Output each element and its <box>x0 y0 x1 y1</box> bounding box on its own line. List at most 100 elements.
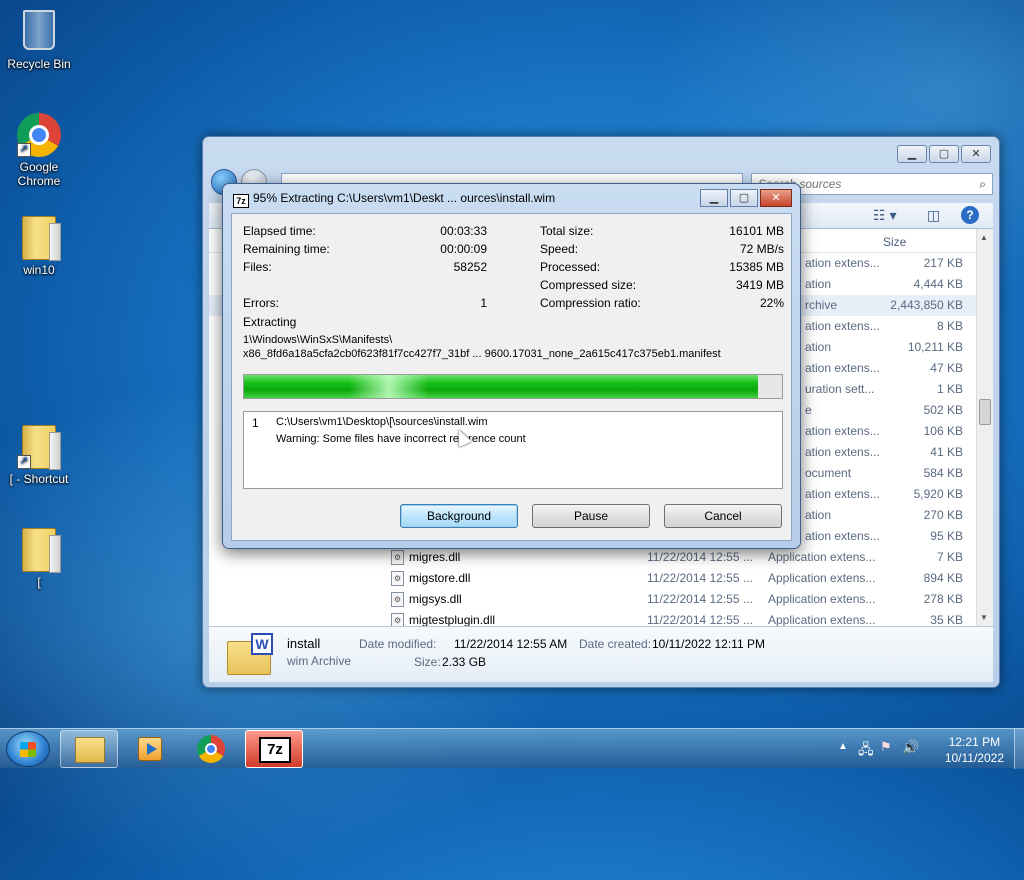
progress-bar-fill <box>244 375 758 398</box>
clock[interactable]: 12:21 PM 10/11/2022 <box>945 734 1004 766</box>
details-file-name: install <box>287 636 321 651</box>
remaining-time-value: 00:00:09 <box>440 242 487 256</box>
file-size: 502 KB <box>923 403 963 417</box>
taskbar-chrome-button[interactable] <box>182 730 240 768</box>
file-date: 11/22/2014 12:55 ... <box>647 571 753 585</box>
file-size: 7 KB <box>936 550 963 564</box>
dialog-close-button[interactable]: ✕ <box>760 189 792 207</box>
file-type: ation extens... <box>805 529 880 543</box>
file-date: 11/22/2014 12:55 ... <box>647 592 753 606</box>
vertical-scrollbar[interactable]: ▲ ▼ <box>976 229 993 626</box>
dialog-minimize-button[interactable]: ▁ <box>700 189 728 207</box>
file-type: uration sett... <box>805 382 875 396</box>
7zip-icon: 7z <box>259 737 291 763</box>
volume-icon[interactable]: 🔊 <box>902 739 919 756</box>
dialog-maximize-button[interactable]: ▢ <box>730 189 758 207</box>
search-icon: ⌕ <box>979 177 986 191</box>
action-center-flag-icon[interactable]: ⚑ <box>880 739 892 755</box>
compression-ratio-value: 22% <box>759 296 784 310</box>
explorer-window-controls: ▁ ▢ ✕ <box>895 145 991 163</box>
desktop-icon-label: [ <box>37 575 41 589</box>
column-header-size[interactable]: Size <box>883 235 906 249</box>
folder-icon <box>17 528 61 573</box>
elapsed-time-label: Elapsed time: <box>243 224 316 238</box>
clock-date: 10/11/2022 <box>944 751 1004 765</box>
file-type: ation extens... <box>805 424 880 438</box>
close-button[interactable]: ✕ <box>961 145 991 163</box>
details-size-label: Size: <box>414 655 441 669</box>
file-date: 11/22/2014 12:55 ... <box>647 613 753 627</box>
file-type: Application extens... <box>768 613 876 627</box>
cancel-button[interactable]: Cancel <box>664 504 782 528</box>
desktop-icon-label: [ - Shortcut <box>9 472 69 486</box>
media-player-icon <box>138 737 162 761</box>
file-size: 35 KB <box>930 613 963 627</box>
remaining-time-label: Remaining time: <box>243 242 330 256</box>
show-hidden-icons-icon[interactable]: ▲ <box>838 741 848 752</box>
details-size-value: 2.33 GB <box>442 655 487 669</box>
file-type: rchive <box>805 298 838 312</box>
details-created-value: 10/11/2022 12:11 PM <box>652 637 765 651</box>
file-type: ation extens... <box>805 361 880 375</box>
file-type: Application extens... <box>768 571 876 585</box>
details-modified-value: 11/22/2014 12:55 AM <box>454 637 568 651</box>
total-size-value: 16101 MB <box>729 224 784 238</box>
log-index: 1 <box>252 416 259 430</box>
scroll-up-arrow-icon[interactable]: ▲ <box>980 233 988 242</box>
desktop-icon-google-chrome[interactable]: ↗ Google Chrome <box>1 113 77 188</box>
file-type: ation extens... <box>805 319 880 333</box>
file-row[interactable]: ⚙ migres.dll 11/22/2014 12:55 ... Applicati… <box>209 547 979 568</box>
minimize-button[interactable]: ▁ <box>897 145 927 163</box>
network-icon[interactable]: 🖧 <box>858 739 874 763</box>
compression-ratio-label: Compression ratio: <box>540 296 641 310</box>
view-options-icon[interactable]: ☷ ▾ <box>873 207 896 224</box>
desktop-icon-label: Recycle Bin <box>7 57 71 71</box>
help-icon[interactable]: ? <box>961 206 979 224</box>
file-type: ation <box>805 277 832 291</box>
file-row[interactable]: ⚙ migstore.dll 11/22/2014 12:55 ... Applica… <box>209 568 979 589</box>
start-button[interactable] <box>6 731 50 767</box>
scrollbar-thumb[interactable] <box>979 399 991 425</box>
file-type: Application extens... <box>768 550 876 564</box>
errors-label: Errors: <box>243 296 279 310</box>
file-size: 1 KB <box>936 382 963 396</box>
file-size: 10,211 KB <box>907 340 963 354</box>
maximize-button[interactable]: ▢ <box>929 145 959 163</box>
file-size: 894 KB <box>923 571 963 585</box>
file-type: ation <box>805 508 832 522</box>
extraction-progress-bar <box>243 374 783 399</box>
compressed-size-label: Compressed size: <box>540 278 637 292</box>
desktop-icon-label: Google Chrome <box>17 160 61 188</box>
file-size: 270 KB <box>923 508 963 522</box>
taskbar-media-player-button[interactable] <box>120 730 178 768</box>
taskbar-7zip-button[interactable]: 7z <box>245 730 303 768</box>
file-type: ocument <box>805 466 852 480</box>
file-size: 4,444 KB <box>913 277 963 291</box>
desktop-icon-recycle-bin[interactable]: Recycle Bin <box>1 8 77 71</box>
scroll-down-arrow-icon[interactable]: ▼ <box>980 613 988 622</box>
desktop-icon-bracket-folder[interactable]: [ <box>1 528 77 589</box>
file-type: ation extens... <box>805 487 880 501</box>
desktop-icon-win10[interactable]: win10 <box>1 216 77 277</box>
speed-label: Speed: <box>540 242 579 256</box>
file-size: 47 KB <box>930 361 963 375</box>
extraction-dialog: 7z 95% Extracting C:\Users\vm1\Deskt ... … <box>222 183 801 549</box>
system-tray: ▲ 🖧 ⚑ 🔊 12:21 PM 10/11/2022 <box>834 729 1014 769</box>
show-desktop-button[interactable] <box>1014 729 1024 769</box>
desktop-icon-shortcut[interactable]: ↗ [ - Shortcut <box>1 425 77 486</box>
file-size: 5,920 KB <box>913 487 963 501</box>
background-button[interactable]: Background <box>400 504 518 528</box>
file-size: 95 KB <box>930 529 963 543</box>
file-type: e <box>805 403 812 417</box>
file-type: ation extens... <box>805 445 880 459</box>
taskbar-explorer-button[interactable] <box>60 730 118 768</box>
extracting-label: Extracting <box>243 315 297 329</box>
message-log[interactable]: 1 C:\Users\vm1\Desktop\[\sources\install… <box>243 411 783 489</box>
file-row[interactable]: ⚙ migsys.dll 11/22/2014 12:55 ... Applicati… <box>209 589 979 610</box>
elapsed-time-value: 00:03:33 <box>440 224 487 238</box>
pause-button[interactable]: Pause <box>532 504 650 528</box>
folder-icon <box>17 216 61 261</box>
preview-pane-icon[interactable]: ◫ <box>927 207 940 224</box>
recycle-bin-icon <box>17 10 61 54</box>
file-size: 106 KB <box>923 424 963 438</box>
